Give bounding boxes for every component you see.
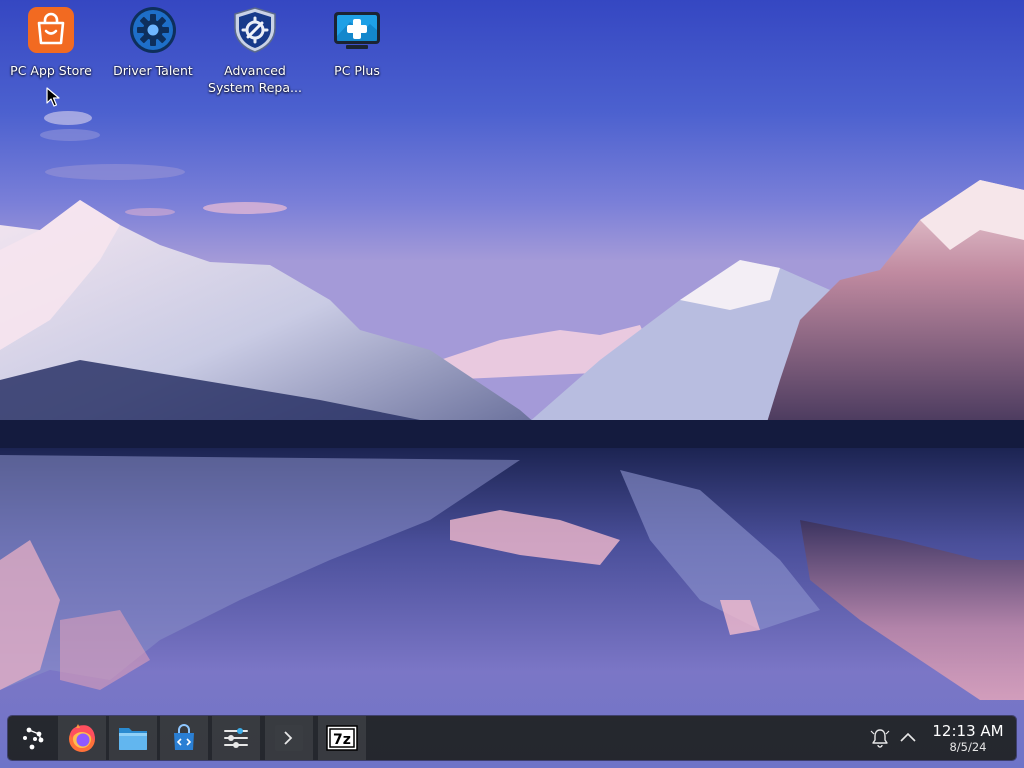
7zip-icon-text: 7z [333, 732, 351, 748]
shopping-bag-icon [25, 4, 77, 56]
taskbar-discover-button[interactable] [160, 716, 208, 760]
taskbar-7zip-button[interactable]: 7z [318, 716, 366, 760]
notifications-button[interactable] [866, 716, 894, 760]
discover-store-icon [174, 724, 194, 750]
clock-time: 12:13 AM [932, 722, 1004, 740]
file-manager-icon [119, 728, 147, 750]
desktop[interactable]: PC App Store Driver Talent Advanced Syst… [0, 0, 1024, 768]
monitor-plus-icon [331, 4, 383, 56]
desktop-icon-label: PC Plus [334, 63, 380, 78]
clock-date: 8/5/24 [949, 740, 987, 754]
shield-gear-icon [229, 4, 281, 56]
app-launcher-button[interactable] [10, 716, 58, 760]
tray-expand-button[interactable] [894, 716, 922, 760]
taskbar-terminal-button[interactable] [265, 716, 313, 760]
system-tray: 12:13 AM 8/5/24 [866, 716, 1016, 760]
desktop-icon-label: Driver Talent [113, 63, 193, 78]
desktop-icon-driver-talent[interactable]: Driver Talent [103, 4, 203, 79]
7zip-icon: 7z [326, 725, 358, 751]
system-settings-icon [224, 728, 248, 748]
desktop-icon-pc-app-store[interactable]: PC App Store [1, 4, 101, 79]
gear-icon [127, 4, 179, 56]
taskbar: 7z 12:13 AM 8/5/24 [8, 716, 1016, 760]
taskbar-file-manager-button[interactable] [109, 716, 157, 760]
taskbar-firefox-button[interactable] [58, 716, 106, 760]
desktop-icon-advanced-system-repair[interactable]: Advanced System Repa... [205, 4, 305, 96]
app-launcher-icon [23, 727, 44, 750]
desktop-icon-label: Advanced System Repa... [208, 63, 302, 95]
chevron-up-icon [900, 732, 916, 742]
clock[interactable]: 12:13 AM 8/5/24 [926, 722, 1010, 754]
desktop-icon-label: PC App Store [10, 63, 92, 78]
taskbar-system-settings-button[interactable] [212, 716, 260, 760]
wallpaper [0, 0, 1024, 768]
bell-icon [870, 729, 890, 748]
mouse-pointer-icon [46, 87, 60, 107]
firefox-icon [69, 724, 95, 752]
desktop-icon-pc-plus[interactable]: PC Plus [307, 4, 407, 79]
terminal-icon [275, 725, 303, 751]
